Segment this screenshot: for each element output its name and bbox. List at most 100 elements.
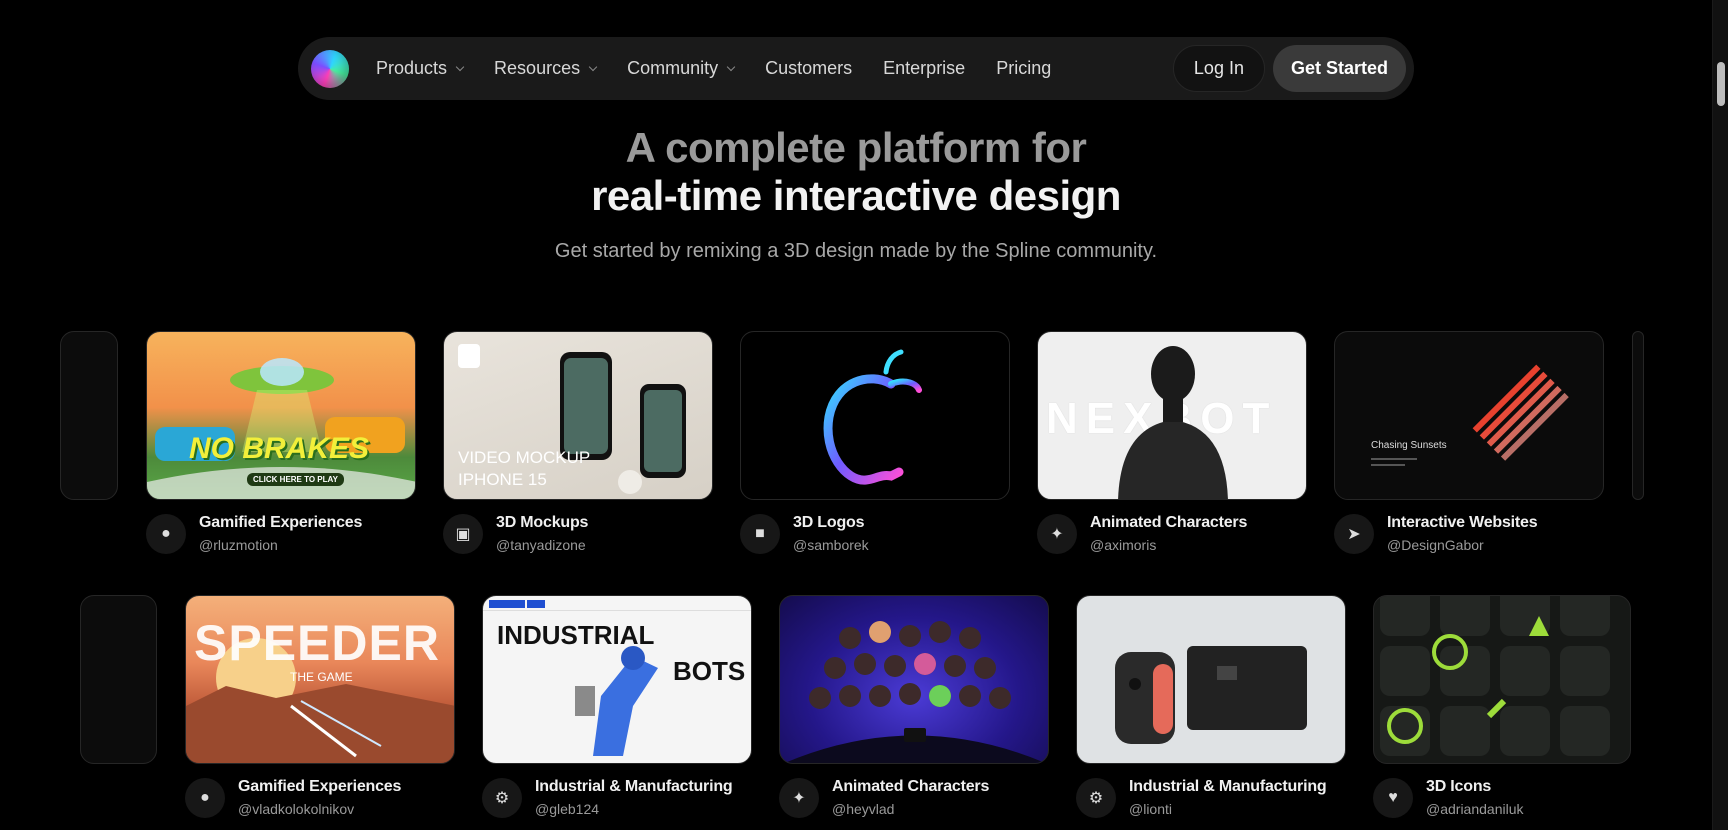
stripes-illustration	[1371, 364, 1569, 466]
card-author[interactable]: @heyvlad	[832, 801, 989, 817]
cursor-icon: ➤	[1334, 514, 1374, 554]
thumb-title: SPEEDER	[194, 615, 440, 671]
card-meta: ■ 3D Logos @samborek	[740, 514, 1010, 554]
nav-pricing-label: Pricing	[996, 58, 1052, 78]
thumb-subtitle: IPHONE 15	[458, 470, 547, 489]
card-category[interactable]: Gamified Experiences	[238, 778, 401, 796]
spline-logo[interactable]	[311, 49, 349, 88]
card-author[interactable]: @samborek	[793, 537, 869, 553]
card-thumbnail[interactable]	[740, 331, 1010, 500]
nav-products-label: Products	[376, 58, 448, 78]
card-thumbnail[interactable]	[1373, 595, 1631, 764]
partial-card-right-row1[interactable]	[1632, 331, 1644, 500]
card-meta: ✦ Animated Characters @aximoris	[1037, 514, 1307, 554]
card-category[interactable]: 3D Mockups	[496, 514, 588, 532]
card-thumbnail[interactable]: NEXBOT	[1037, 331, 1307, 500]
hero-title-line2: real-time interactive design	[591, 172, 1121, 219]
card-author[interactable]: @DesignGabor	[1387, 537, 1537, 553]
nav-resources[interactable]: Resources	[494, 58, 598, 79]
card-meta: ⚙ Industrial & Manufacturing @lionti	[1076, 778, 1346, 818]
card-author[interactable]: @aximoris	[1090, 537, 1247, 553]
thumb-subtitle: CLICK HERE TO PLAY	[247, 473, 344, 486]
card-category[interactable]: 3D Icons	[1426, 778, 1524, 796]
joystick-icon: ●	[185, 778, 225, 818]
chevron-down-icon	[588, 62, 598, 71]
template-card[interactable]: SPEEDER THE GAME ● Gamified Experiences …	[185, 595, 455, 818]
bunny-icon: ✦	[779, 778, 819, 818]
robot-illustration	[1118, 346, 1228, 499]
template-card[interactable]: ■ 3D Logos @samborek	[740, 331, 1010, 554]
partial-card-left-row2[interactable]	[80, 595, 157, 764]
template-card[interactable]: ⚙ Industrial & Manufacturing @lionti	[1076, 595, 1346, 818]
template-card[interactable]: ✦ Animated Characters @heyvlad	[779, 595, 1049, 818]
nav-community[interactable]: Community	[627, 58, 736, 79]
template-card[interactable]: Chasing Sunsets ➤ Interactive Websites @…	[1334, 331, 1604, 554]
card-meta: ✦ Animated Characters @heyvlad	[779, 778, 1049, 818]
nav-resources-label: Resources	[494, 58, 581, 78]
card-meta: ➤ Interactive Websites @DesignGabor	[1334, 514, 1604, 554]
bunny-icon: ✦	[1037, 514, 1077, 554]
card-category[interactable]: Animated Characters	[1090, 514, 1247, 532]
chevron-down-icon	[726, 62, 736, 71]
page-scrollbar[interactable]	[1712, 0, 1728, 830]
thumb-title: INDUSTRIAL	[497, 620, 655, 650]
card-thumbnail[interactable]	[779, 595, 1049, 764]
card-thumbnail[interactable]: INDUSTRIAL BOTS	[482, 595, 752, 764]
card-author[interactable]: @vladkolokolnikov	[238, 801, 401, 817]
login-button[interactable]: Log In	[1172, 45, 1265, 92]
template-card[interactable]: VIDEO MOCKUP IPHONE 15 ▣ 3D Mockups @tan…	[443, 331, 713, 554]
card-category[interactable]: Industrial & Manufacturing	[1129, 778, 1327, 796]
apple-logo-illustration	[823, 349, 922, 485]
console-illustration	[1115, 646, 1307, 744]
card-author[interactable]: @adriandaniluk	[1426, 801, 1524, 817]
chevron-down-icon	[455, 62, 465, 71]
card-author[interactable]: @lionti	[1129, 801, 1326, 817]
nav-enterprise[interactable]: Enterprise	[883, 58, 965, 79]
scrollbar-thumb[interactable]	[1717, 62, 1725, 106]
card-thumbnail[interactable]	[1076, 595, 1346, 764]
card-author[interactable]: @rluzmotion	[199, 537, 362, 553]
nav-pricing[interactable]: Pricing	[996, 58, 1051, 79]
card-category[interactable]: Interactive Websites	[1387, 514, 1538, 532]
template-card[interactable]: ♥ 3D Icons @adriandaniluk	[1373, 595, 1631, 818]
gear-icon: ⚙	[1076, 778, 1116, 818]
cube-icon: ■	[740, 514, 780, 554]
card-author[interactable]: @gleb124	[535, 801, 732, 817]
card-thumbnail[interactable]: VIDEO MOCKUP IPHONE 15	[443, 331, 713, 500]
thumb-subtitle: BOTS	[673, 656, 746, 686]
top-navbar: Products Resources Community Customers E…	[298, 37, 1414, 100]
card-category[interactable]: Animated Characters	[832, 778, 989, 796]
nav-community-label: Community	[627, 58, 719, 78]
nav-enterprise-label: Enterprise	[883, 58, 966, 78]
get-started-button[interactable]: Get Started	[1272, 45, 1406, 92]
card-meta: ▣ 3D Mockups @tanyadizone	[443, 514, 713, 554]
card-thumbnail[interactable]: NO BRAKES CLICK HERE TO PLAY	[146, 331, 416, 500]
card-category[interactable]: Industrial & Manufacturing	[535, 778, 733, 796]
nav-customers-label: Customers	[765, 58, 853, 78]
thumb-title: VIDEO MOCKUP	[458, 448, 591, 467]
hero-title-line1: A complete platform for	[625, 124, 1087, 171]
heart-icon: ♥	[1373, 778, 1413, 818]
hero-subtitle: Get started by remixing a 3D design made…	[554, 240, 1158, 262]
joystick-icon: ●	[146, 514, 186, 554]
nav-customers[interactable]: Customers	[765, 58, 852, 79]
gear-icon: ⚙	[482, 778, 522, 818]
card-meta: ♥ 3D Icons @adriandaniluk	[1373, 778, 1631, 818]
nav-products[interactable]: Products	[376, 58, 465, 79]
card-author[interactable]: @tanyadizone	[496, 537, 588, 553]
card-meta: ● Gamified Experiences @rluzmotion	[146, 514, 416, 554]
template-card[interactable]: INDUSTRIAL BOTS ⚙ Industrial & Manufactu…	[482, 595, 752, 818]
card-meta: ⚙ Industrial & Manufacturing @gleb124	[482, 778, 752, 818]
template-card[interactable]: NO BRAKES CLICK HERE TO PLAY ● Gamified …	[146, 331, 416, 554]
template-card[interactable]: NEXBOT ✦ Animated Characters @aximoris	[1037, 331, 1307, 554]
thumb-subtitle: THE GAME	[290, 670, 353, 684]
card-thumbnail[interactable]: SPEEDER THE GAME	[185, 595, 455, 764]
characters-illustration	[784, 621, 1046, 763]
laptop-icon: ▣	[443, 514, 483, 554]
thumb-title: NO BRAKES	[189, 432, 370, 465]
card-thumbnail[interactable]: Chasing Sunsets	[1334, 331, 1604, 500]
card-category[interactable]: 3D Logos	[793, 514, 869, 532]
card-category[interactable]: Gamified Experiences	[199, 514, 362, 532]
card-meta: ● Gamified Experiences @vladkolokolnikov	[185, 778, 455, 818]
partial-card-left-row1[interactable]	[60, 331, 118, 500]
